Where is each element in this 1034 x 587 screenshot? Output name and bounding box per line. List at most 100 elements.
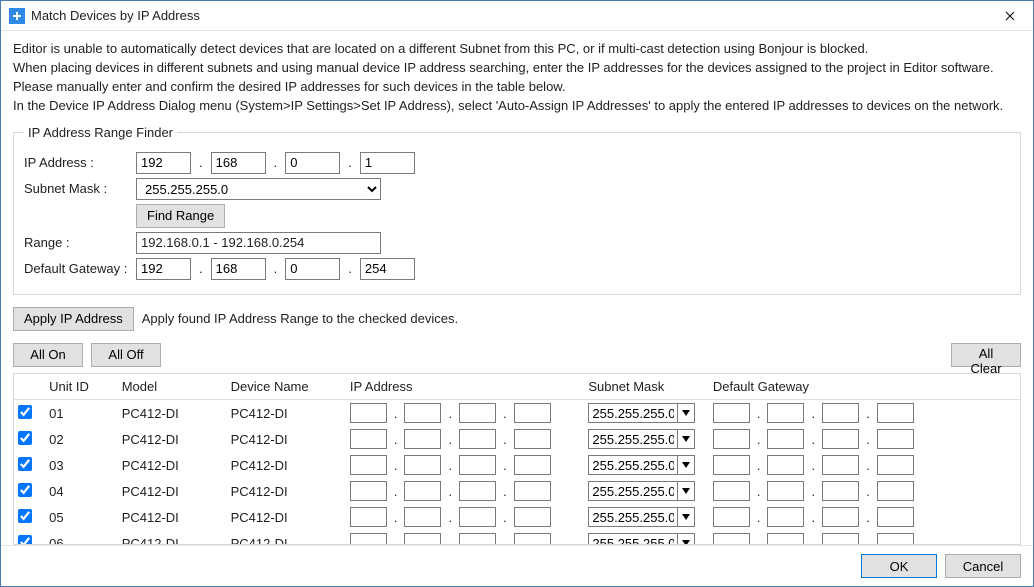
apply-ip-address-button[interactable]: Apply IP Address — [13, 307, 134, 331]
row-gw-octet-2[interactable] — [767, 507, 804, 527]
cancel-button[interactable]: Cancel — [945, 554, 1021, 578]
row-ip-octet-4[interactable] — [514, 429, 551, 449]
row-checkbox[interactable] — [18, 405, 32, 419]
row-ip-octet-2[interactable] — [404, 481, 441, 501]
intro-line-4: In the Device IP Address Dialog menu (Sy… — [13, 98, 1021, 115]
device-table[interactable]: Unit ID Model Device Name IP Address Sub… — [13, 373, 1021, 545]
row-gw-octet-1[interactable] — [713, 481, 750, 501]
row-subnet-mask[interactable] — [588, 507, 678, 527]
ip-octet-1[interactable] — [136, 152, 191, 174]
row-gw-octet-1[interactable] — [713, 455, 750, 475]
row-ip-octet-4[interactable] — [514, 507, 551, 527]
row-subnet-dropdown[interactable] — [678, 455, 695, 475]
row-ip-octet-3[interactable] — [459, 429, 496, 449]
row-ip-octet-1[interactable] — [350, 403, 387, 423]
row-ip-octet-2[interactable] — [404, 533, 441, 545]
subnet-mask-select[interactable]: 255.255.255.0 — [136, 178, 381, 200]
row-subnet-dropdown[interactable] — [678, 481, 695, 501]
row-subnet-dropdown[interactable] — [678, 429, 695, 449]
row-ip-octet-1[interactable] — [350, 455, 387, 475]
all-on-button[interactable]: All On — [13, 343, 83, 367]
row-ip-octet-4[interactable] — [514, 455, 551, 475]
row-checkbox[interactable] — [18, 483, 32, 497]
ip-address-label: IP Address : — [24, 155, 136, 170]
cell-model: PC412-DI — [118, 426, 227, 452]
row-ip-octet-2[interactable] — [404, 507, 441, 527]
row-checkbox[interactable] — [18, 535, 32, 545]
row-checkbox[interactable] — [18, 509, 32, 523]
row-subnet-mask[interactable] — [588, 403, 678, 423]
table-header-row: Unit ID Model Device Name IP Address Sub… — [14, 374, 1020, 400]
row-gw-octet-4[interactable] — [877, 507, 914, 527]
col-unit-id: Unit ID — [45, 374, 118, 400]
row-gw-octet-3[interactable] — [822, 481, 859, 501]
intro-line-3: Please manually enter and confirm the de… — [13, 79, 1021, 96]
row-subnet-mask[interactable] — [588, 481, 678, 501]
row-gw-octet-3[interactable] — [822, 533, 859, 545]
row-subnet-mask[interactable] — [588, 533, 678, 545]
gw-octet-4[interactable] — [360, 258, 415, 280]
row-ip-octet-1[interactable] — [350, 507, 387, 527]
row-subnet-dropdown[interactable] — [678, 403, 695, 423]
ip-octet-2[interactable] — [211, 152, 266, 174]
row-gw-octet-2[interactable] — [767, 403, 804, 423]
row-gw-octet-2[interactable] — [767, 533, 804, 545]
row-ip-octet-1[interactable] — [350, 429, 387, 449]
row-ip-octet-4[interactable] — [514, 533, 551, 545]
ok-button[interactable]: OK — [861, 554, 937, 578]
row-gw-octet-2[interactable] — [767, 455, 804, 475]
row-subnet-mask[interactable] — [588, 455, 678, 475]
row-gw-octet-4[interactable] — [877, 533, 914, 545]
row-gw-octet-2[interactable] — [767, 481, 804, 501]
cell-unit-id: 05 — [45, 504, 118, 530]
row-gw-octet-3[interactable] — [822, 403, 859, 423]
row-subnet-dropdown[interactable] — [678, 533, 695, 545]
row-ip-octet-4[interactable] — [514, 481, 551, 501]
find-range-button[interactable]: Find Range — [136, 204, 225, 228]
row-ip-octet-2[interactable] — [404, 403, 441, 423]
close-button[interactable] — [987, 1, 1033, 31]
row-gw-octet-1[interactable] — [713, 429, 750, 449]
row-ip-octet-4[interactable] — [514, 403, 551, 423]
row-gw-octet-3[interactable] — [822, 455, 859, 475]
row-ip-octet-3[interactable] — [459, 507, 496, 527]
cell-device-name: PC412-DI — [227, 478, 346, 504]
row-gw-octet-4[interactable] — [877, 455, 914, 475]
row-gw-octet-4[interactable] — [877, 403, 914, 423]
row-ip-octet-2[interactable] — [404, 429, 441, 449]
intro-line-1: Editor is unable to automatically detect… — [13, 41, 1021, 58]
row-gw-octet-4[interactable] — [877, 429, 914, 449]
gw-octet-3[interactable] — [285, 258, 340, 280]
ip-range-finder: IP Address Range Finder IP Address : . .… — [13, 125, 1021, 295]
all-clear-button[interactable]: All Clear — [951, 343, 1021, 367]
row-ip-octet-3[interactable] — [459, 533, 496, 545]
row-ip-octet-2[interactable] — [404, 455, 441, 475]
row-gw-octet-1[interactable] — [713, 533, 750, 545]
row-ip-octet-3[interactable] — [459, 403, 496, 423]
cell-unit-id: 04 — [45, 478, 118, 504]
row-checkbox[interactable] — [18, 431, 32, 445]
row-subnet-mask[interactable] — [588, 429, 678, 449]
row-subnet-dropdown[interactable] — [678, 507, 695, 527]
all-off-button[interactable]: All Off — [91, 343, 161, 367]
row-ip-octet-3[interactable] — [459, 455, 496, 475]
row-ip-octet-1[interactable] — [350, 481, 387, 501]
row-ip-octet-1[interactable] — [350, 533, 387, 545]
row-gw-octet-4[interactable] — [877, 481, 914, 501]
gw-octet-1[interactable] — [136, 258, 191, 280]
row-checkbox[interactable] — [18, 457, 32, 471]
row-gw-octet-1[interactable] — [713, 403, 750, 423]
ip-octet-3[interactable] — [285, 152, 340, 174]
ip-octet-4[interactable] — [360, 152, 415, 174]
col-subnet-mask: Subnet Mask — [584, 374, 708, 400]
apply-ip-address-text: Apply found IP Address Range to the chec… — [142, 311, 458, 326]
row-gw-octet-3[interactable] — [822, 507, 859, 527]
footer: OK Cancel — [1, 545, 1033, 586]
cell-model: PC412-DI — [118, 478, 227, 504]
row-gw-octet-2[interactable] — [767, 429, 804, 449]
row-ip-octet-3[interactable] — [459, 481, 496, 501]
row-gw-octet-1[interactable] — [713, 507, 750, 527]
gw-octet-2[interactable] — [211, 258, 266, 280]
row-gw-octet-3[interactable] — [822, 429, 859, 449]
cell-model: PC412-DI — [118, 530, 227, 545]
